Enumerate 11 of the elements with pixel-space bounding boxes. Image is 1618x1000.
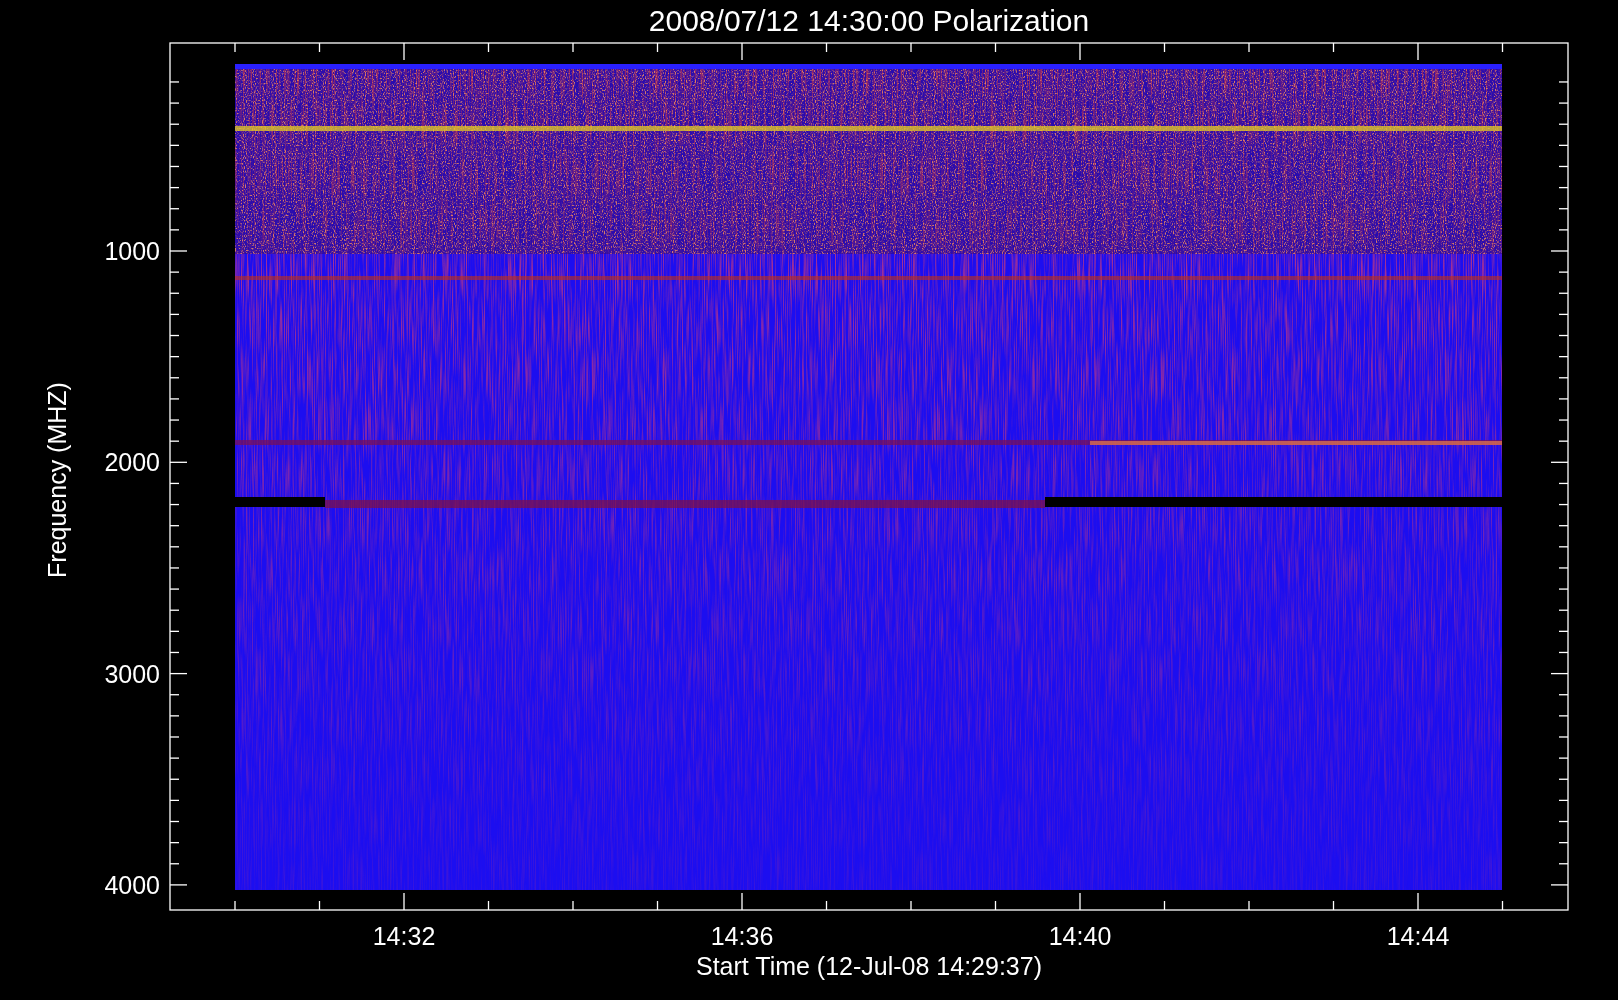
tick-label: 1000 bbox=[104, 237, 160, 265]
axis-title: Frequency (MHZ) bbox=[43, 382, 71, 578]
tick-label: 2000 bbox=[104, 448, 160, 477]
tick-label: 14:40 bbox=[1048, 922, 1112, 950]
axis-title: Start Time (12-Jul-08 14:29:37) bbox=[696, 952, 1042, 980]
tick-label: 14:32 bbox=[372, 922, 436, 950]
tick-label: 4000 bbox=[104, 870, 160, 899]
tick-label: 14:36 bbox=[710, 922, 774, 950]
chart-title: 2008/07/12 14:30:00 Polarization bbox=[648, 4, 1090, 37]
tick-label: 14:44 bbox=[1386, 922, 1450, 950]
tick-label: 3000 bbox=[104, 659, 160, 688]
